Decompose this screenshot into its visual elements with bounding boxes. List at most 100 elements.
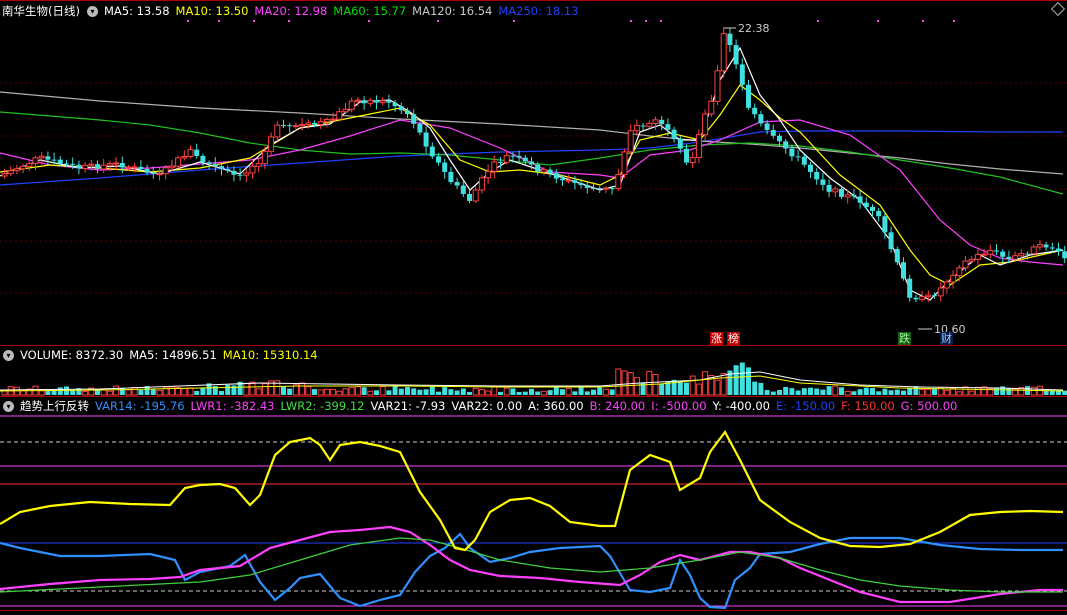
main-legend: 南华生物(日线) ▾ MA5: 13.58 MA10: 13.50 MA20: … — [0, 3, 585, 20]
volume-bar — [472, 387, 479, 396]
ma20-line — [0, 119, 1064, 266]
candle-body — [95, 164, 100, 169]
volume-bar — [510, 388, 516, 395]
candle-body — [1043, 244, 1049, 248]
candle-body — [758, 114, 764, 124]
candle-body — [429, 146, 435, 157]
tag-die[interactable]: 跌 — [898, 332, 911, 345]
candle-body — [491, 161, 498, 172]
volume-bar — [113, 385, 120, 396]
volume-bar — [442, 387, 448, 395]
candle-body — [156, 173, 163, 176]
candle-body — [442, 162, 448, 172]
candle-body — [522, 157, 528, 162]
volume-bar — [894, 389, 900, 395]
indicator-legend: ▾ 趋势上行反转 VAR14: -195.76 LWR1: -382.43 LW… — [0, 398, 963, 415]
volume-bar — [312, 389, 317, 395]
candle-body — [510, 155, 516, 157]
candle-body — [485, 170, 492, 179]
volume-bar — [665, 381, 671, 395]
volume-bar — [820, 389, 826, 395]
volume-bar — [621, 370, 628, 396]
candle-body — [615, 174, 622, 190]
volume-bar — [844, 390, 851, 396]
candle-body — [671, 129, 677, 140]
candle-body — [943, 281, 950, 289]
candle-body — [801, 156, 807, 165]
candle-body — [572, 180, 578, 184]
candle-body — [689, 157, 696, 164]
candle-body — [51, 159, 57, 161]
volume-bar — [374, 390, 379, 395]
candle-body — [113, 162, 120, 165]
volume-bar — [584, 391, 590, 395]
volume-bar — [249, 381, 256, 396]
candle-body — [131, 166, 138, 169]
candle-body — [374, 100, 379, 103]
candle-body — [26, 163, 33, 167]
volume-bar — [882, 388, 888, 395]
volume-bar — [125, 389, 132, 396]
volume-bar — [225, 384, 231, 395]
volume-bar — [777, 390, 782, 395]
ma10-line — [0, 84, 1064, 286]
tag-zhang[interactable]: 涨 — [710, 332, 723, 345]
candle-body — [45, 156, 51, 160]
candle-body — [1000, 251, 1006, 257]
candle-body — [299, 123, 306, 127]
candle-body — [119, 162, 125, 168]
vol-ma5-label: MA5: 14896.51 — [129, 348, 217, 362]
candle-body — [727, 33, 733, 46]
volume-bar — [720, 373, 727, 396]
candle-body — [565, 179, 572, 182]
volume-bars — [1, 362, 1067, 396]
var21-line — [0, 429, 1064, 552]
candle-body — [219, 166, 224, 170]
collapse-icon[interactable]: ▾ — [86, 6, 98, 17]
tag-cai[interactable]: 财 — [940, 332, 953, 345]
volume-bar — [863, 387, 869, 395]
volume-bar — [348, 387, 355, 396]
volume-bar — [305, 386, 312, 396]
indicator-title[interactable]: 趋势上行反转 — [20, 398, 89, 415]
volume-bar — [429, 386, 435, 395]
volume-bar — [814, 388, 820, 395]
candle-body — [423, 132, 429, 147]
volume-bar — [677, 380, 683, 395]
volume-bar — [287, 388, 293, 395]
candle-body — [516, 155, 522, 158]
volume-bar — [602, 388, 609, 396]
volume-bar — [354, 386, 361, 396]
candle-body — [436, 156, 441, 163]
candle-body — [503, 155, 510, 163]
volume-bar — [448, 389, 454, 395]
ma10-label: MA10: 13.50 — [175, 4, 249, 18]
volume-bar — [417, 389, 423, 395]
volume-bar — [646, 370, 653, 396]
candle-body — [243, 172, 250, 176]
volume-bar — [609, 389, 615, 395]
candle-body — [323, 119, 330, 123]
volume-bar — [684, 382, 689, 395]
volume-label: VOLUME: 8372.30 — [20, 348, 124, 362]
candle-body — [57, 159, 63, 164]
b-label: B: 240.00 — [589, 399, 646, 413]
candle-body — [32, 157, 39, 165]
volume-bar — [317, 389, 324, 396]
stock-title[interactable]: 南华生物(日线) — [2, 3, 80, 20]
price-grid — [0, 82, 1067, 294]
volume-bar — [392, 386, 398, 395]
candle-body — [312, 122, 317, 125]
indicator-collapse-icon[interactable]: ▾ — [3, 401, 14, 412]
volume-bar — [943, 389, 950, 396]
volume-collapse-icon[interactable]: ▾ — [3, 350, 14, 361]
candle-body — [981, 253, 988, 256]
candle-body — [1030, 246, 1037, 255]
volume-bar — [38, 390, 45, 396]
candle-body — [633, 125, 640, 132]
tag-bang[interactable]: 榜 — [727, 332, 740, 345]
candle-body — [621, 151, 628, 176]
volume-bar — [491, 386, 498, 396]
candle-body — [168, 165, 175, 169]
volume-bar — [299, 382, 306, 396]
